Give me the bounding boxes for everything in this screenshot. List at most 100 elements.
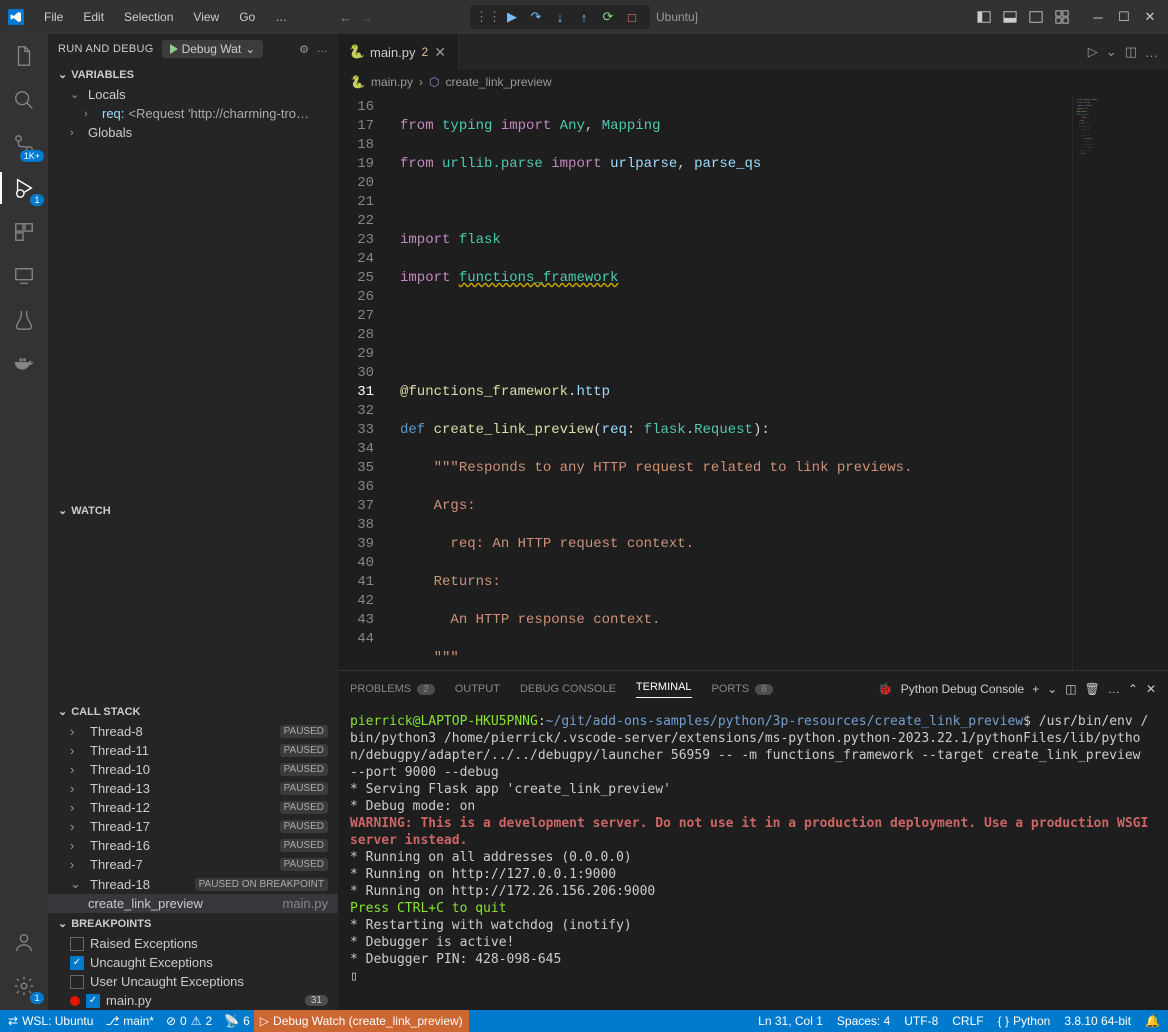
split-editor-icon[interactable]: ◫ [1125, 44, 1137, 60]
tab-problems[interactable]: PROBLEMS2 [350, 683, 435, 695]
debug-drag-icon[interactable]: ⋮⋮ [480, 9, 496, 25]
indent-status[interactable]: Spaces: 4 [837, 1014, 890, 1028]
tab-output[interactable]: OUTPUT [455, 683, 500, 695]
checkbox-icon[interactable]: ✓ [86, 994, 100, 1008]
nav-fwd-icon[interactable]: → [360, 10, 373, 25]
run-dropdown-icon[interactable]: ⌄ [1106, 44, 1117, 60]
add-terminal-icon[interactable]: + [1032, 682, 1039, 696]
debug-config-selector[interactable]: Debug Wat ⌄ [162, 40, 264, 58]
section-breakpoints[interactable]: ⌄BREAKPOINTS [48, 913, 338, 934]
section-callstack[interactable]: ⌄CALL STACK [48, 701, 338, 722]
more-icon[interactable]: … [1145, 45, 1158, 60]
thread-row[interactable]: ›Thread-7PAUSED [48, 855, 338, 874]
thread-row[interactable]: ›Thread-17PAUSED [48, 817, 338, 836]
window-close-icon[interactable]: ✕ [1140, 7, 1160, 27]
thread-row[interactable]: ›Thread-10PAUSED [48, 760, 338, 779]
checkbox-icon[interactable] [70, 975, 84, 989]
breadcrumb[interactable]: 🐍 main.py › ⬡ create_link_preview [338, 70, 1168, 94]
title-bar: File Edit Selection View Go … ← → ⋮⋮ ▶ ↷… [0, 0, 1168, 34]
terminal-selector[interactable]: Python Debug Console [901, 682, 1024, 696]
maximize-panel-icon[interactable]: ⌃ [1128, 682, 1138, 696]
activity-extensions-icon[interactable] [10, 218, 38, 246]
layout-sidebar-left-icon[interactable] [974, 7, 994, 27]
ports-status[interactable]: 📡6 [224, 1014, 250, 1028]
var-req[interactable]: ›req: <Request 'http://charming-tro… [48, 104, 338, 123]
git-branch[interactable]: ⎇main* [105, 1014, 154, 1028]
menu-more[interactable]: … [267, 8, 295, 26]
section-variables[interactable]: ⌄VARIABLES [48, 64, 338, 85]
python-version[interactable]: 3.8.10 64-bit [1064, 1014, 1131, 1028]
branch-icon: ⎇ [105, 1014, 119, 1028]
activity-docker-icon[interactable] [10, 350, 38, 378]
activity-debug-icon[interactable]: 1 [10, 174, 38, 202]
run-icon[interactable]: ▷ [1088, 44, 1098, 60]
encoding-status[interactable]: UTF-8 [904, 1014, 938, 1028]
bp-raised[interactable]: Raised Exceptions [48, 934, 338, 953]
terminal-content[interactable]: pierrick@LAPTOP-HKU5PNNG:~/git/add-ons-s… [338, 707, 1168, 1010]
debug-status[interactable]: ▷Debug Watch (create_link_preview) [254, 1010, 469, 1032]
bp-file[interactable]: ✓main.py31 [48, 991, 338, 1010]
trash-icon[interactable]: 🗑 [1085, 682, 1100, 696]
close-icon[interactable]: ✕ [434, 44, 446, 61]
stack-frame[interactable]: create_link_preview main.py [48, 894, 338, 913]
minimap[interactable]: from typing importfrom urllibimport flas… [1072, 94, 1168, 670]
menu-edit[interactable]: Edit [75, 8, 112, 26]
tab-main-py[interactable]: 🐍 main.py 2 ✕ [338, 34, 459, 70]
cursor-position[interactable]: Ln 31, Col 1 [758, 1014, 823, 1028]
menu-selection[interactable]: Selection [116, 8, 181, 26]
customize-layout-icon[interactable] [1052, 7, 1072, 27]
gear-icon[interactable]: ⚙ [299, 43, 309, 56]
dropdown-icon[interactable]: ⌄ [1047, 682, 1057, 696]
menu-file[interactable]: File [36, 8, 71, 26]
code-editor[interactable]: 1617181920 2122232425 2627282930 3132333… [338, 94, 1168, 670]
problems-status[interactable]: ⊘0 ⚠2 [166, 1014, 212, 1028]
thread-row[interactable]: ›Thread-13PAUSED [48, 779, 338, 798]
thread-row[interactable]: ⌄Thread-18PAUSED ON BREAKPOINT [48, 874, 338, 894]
checkbox-icon[interactable]: ✓ [70, 956, 84, 970]
close-panel-icon[interactable]: ✕ [1146, 682, 1156, 696]
remote-indicator[interactable]: ⇄WSL: Ubuntu [8, 1014, 93, 1028]
more-icon[interactable]: … [1108, 682, 1120, 696]
activity-search-icon[interactable] [10, 86, 38, 114]
eol-status[interactable]: CRLF [952, 1014, 983, 1028]
notifications-icon[interactable]: 🔔 [1145, 1014, 1160, 1028]
debug-step-over-icon[interactable]: ↷ [528, 9, 544, 25]
tab-terminal[interactable]: TERMINAL [636, 681, 692, 698]
checkbox-icon[interactable] [70, 937, 84, 951]
layout-panel-icon[interactable] [1000, 7, 1020, 27]
tab-debug-console[interactable]: DEBUG CONSOLE [520, 683, 616, 695]
nav-back-icon[interactable]: ← [339, 10, 352, 25]
window-title: Ubuntu] [656, 10, 698, 24]
language-status[interactable]: { } Python [998, 1014, 1051, 1028]
activity-settings-icon[interactable]: 1 [10, 972, 38, 1000]
debug-step-out-icon[interactable]: ↑ [576, 9, 592, 25]
debug-restart-icon[interactable]: ⟳ [600, 9, 616, 25]
debug-step-into-icon[interactable]: ↓ [552, 9, 568, 25]
globals-node[interactable]: ›Globals [48, 123, 338, 142]
layout-sidebar-right-icon[interactable] [1026, 7, 1046, 27]
more-icon[interactable]: … [317, 43, 328, 55]
bp-user-uncaught[interactable]: User Uncaught Exceptions [48, 972, 338, 991]
activity-remote-icon[interactable] [10, 262, 38, 290]
bp-uncaught[interactable]: ✓Uncaught Exceptions [48, 953, 338, 972]
split-terminal-icon[interactable]: ◫ [1065, 682, 1076, 696]
activity-account-icon[interactable] [10, 928, 38, 956]
debug-continue-icon[interactable]: ▶ [504, 9, 520, 25]
thread-row[interactable]: ›Thread-16PAUSED [48, 836, 338, 855]
debug-header: RUN AND DEBUG Debug Wat ⌄ ⚙ … [48, 34, 338, 64]
code-content[interactable]: from typing import Any, Mapping from url… [392, 94, 1072, 670]
section-watch[interactable]: ⌄WATCH [48, 500, 338, 521]
menu-go[interactable]: Go [231, 8, 263, 26]
activity-source-control-icon[interactable]: 1K+ [10, 130, 38, 158]
thread-row[interactable]: ›Thread-12PAUSED [48, 798, 338, 817]
activity-testing-icon[interactable] [10, 306, 38, 334]
window-minimize-icon[interactable]: ─ [1088, 7, 1108, 27]
tab-ports[interactable]: PORTS6 [712, 683, 773, 695]
debug-stop-icon[interactable]: □ [624, 9, 640, 25]
window-maximize-icon[interactable]: ☐ [1114, 7, 1134, 27]
menu-view[interactable]: View [185, 8, 227, 26]
activity-explorer-icon[interactable] [10, 42, 38, 70]
thread-row[interactable]: ›Thread-8PAUSED [48, 722, 338, 741]
thread-row[interactable]: ›Thread-11PAUSED [48, 741, 338, 760]
locals-node[interactable]: ⌄Locals [48, 85, 338, 104]
